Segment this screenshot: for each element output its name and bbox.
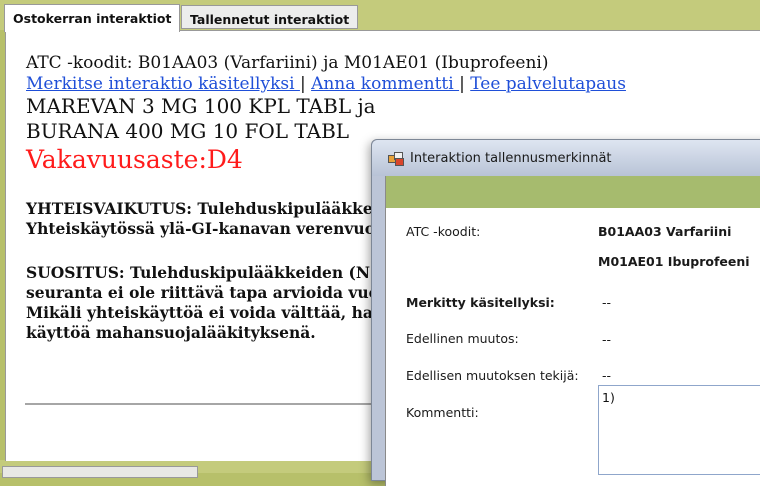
link-separator: |	[299, 74, 306, 94]
comment-field[interactable]: 1)	[598, 385, 760, 475]
dialog-body: ATC -koodit: B01AA03 Varfariini M01AE01 …	[385, 176, 760, 486]
processed-label: Merkitty käsitellyksi:	[406, 295, 555, 310]
previous-change-value: --	[602, 332, 612, 347]
atc-label: ATC -koodit:	[406, 224, 481, 239]
dialog-header-band	[386, 176, 760, 208]
comment-label: Kommentti:	[406, 405, 479, 420]
tab-ostokerran-interaktiot[interactable]: Ostokerran interaktiot	[4, 4, 181, 32]
processed-value: --	[602, 295, 612, 310]
app-icon	[388, 152, 404, 166]
atc-value-1: B01AA03 Varfariini	[598, 224, 732, 239]
atc-value-2: M01AE01 Ibuprofeeni	[598, 254, 750, 269]
atc-line: ATC -koodit: B01AA03 (Varfariini) ja M01…	[26, 53, 549, 73]
previous-author-label: Edellisen muutoksen tekijä:	[406, 368, 579, 383]
dialog-title: Interaktion tallennusmerkinnät	[410, 151, 612, 166]
give-comment-link[interactable]: Anna kommentti	[311, 74, 459, 94]
dialog-titlebar[interactable]: Interaktion tallennusmerkinnät	[372, 140, 760, 176]
action-links: Merkitse interaktio käsitellyksi | Anna …	[26, 74, 746, 94]
create-service-case-link[interactable]: Tee palvelutapaus	[470, 74, 626, 94]
tab-strip: Ostokerran interaktiot Tallennetut inter…	[0, 0, 760, 32]
previous-change-label: Edellinen muutos:	[406, 331, 519, 346]
tab-tallennetut-interaktiot[interactable]: Tallennetut interaktiot	[181, 5, 359, 29]
mark-processed-link[interactable]: Merkitse interaktio käsitellyksi	[26, 74, 300, 94]
previous-author-value: --	[602, 368, 612, 383]
link-separator: |	[459, 74, 465, 94]
drug-line-1: MAREVAN 3 MG 100 KPL TABL ja	[26, 94, 376, 118]
bottom-button[interactable]	[2, 466, 198, 478]
save-notes-dialog: Interaktion tallennusmerkinnät ATC -kood…	[371, 139, 760, 486]
